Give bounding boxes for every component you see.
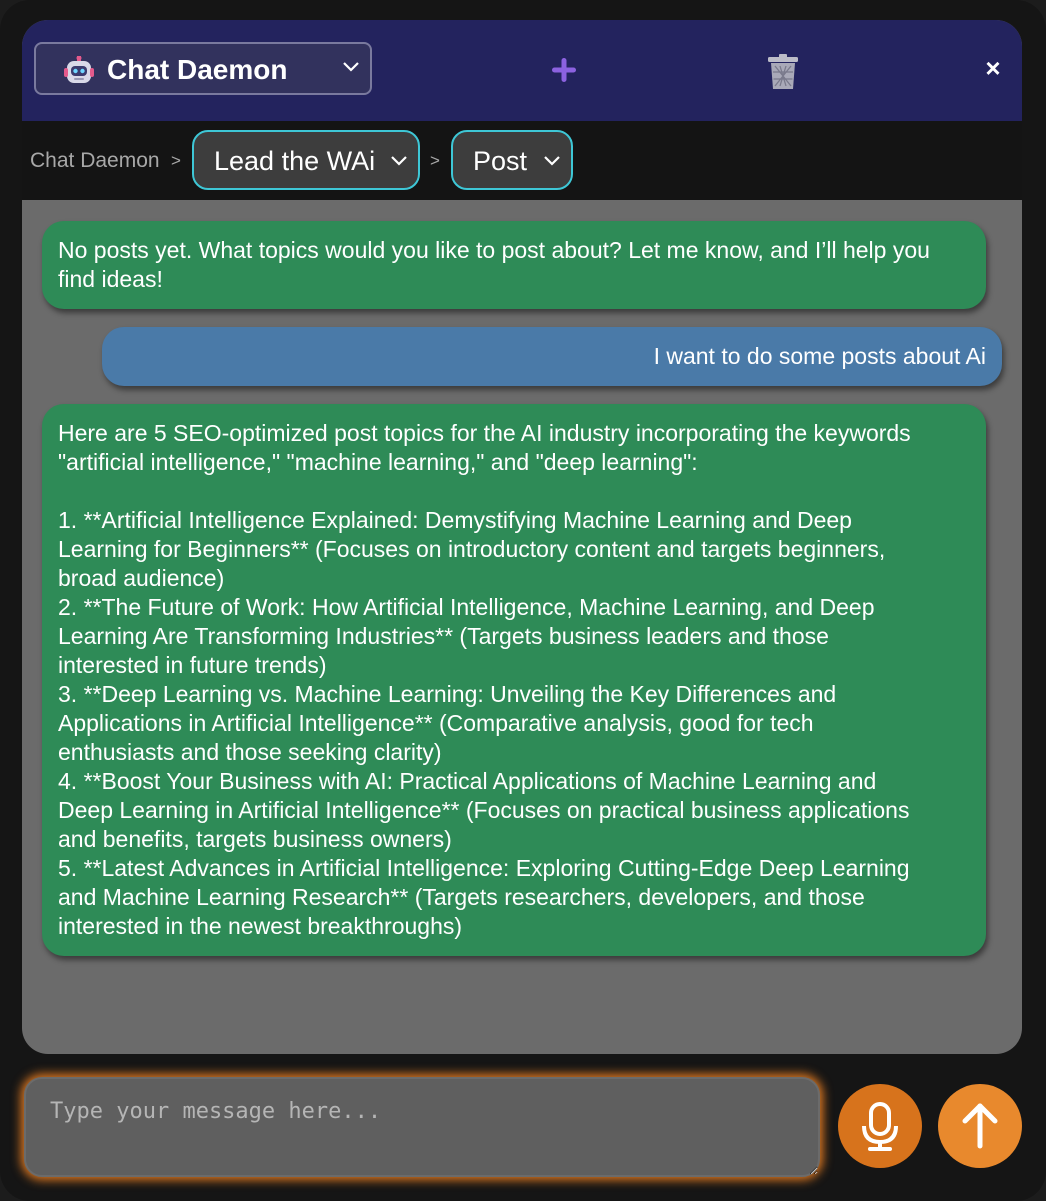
- user-message: I want to do some posts about Ai: [102, 327, 1002, 386]
- send-button[interactable]: [938, 1084, 1022, 1168]
- microphone-button[interactable]: [838, 1084, 922, 1168]
- message-line: broad audience): [58, 565, 225, 591]
- message-line: and benefits, targets business owners): [58, 826, 452, 852]
- breadcrumb-root[interactable]: Chat Daemon: [30, 149, 160, 173]
- close-button[interactable]: ×: [982, 53, 1004, 83]
- message-line: interested in future trends): [58, 652, 327, 678]
- message-line: No posts yet. What topics would you like…: [58, 237, 930, 263]
- message-line: 5. **Latest Advances in Artificial Intel…: [58, 855, 910, 881]
- message-input[interactable]: [24, 1077, 820, 1177]
- project-dropdown-label: Lead the WAi: [214, 146, 376, 176]
- composer: [0, 1054, 1046, 1201]
- message-line: enthusiasts and those seeking clarity): [58, 739, 442, 765]
- message-line: 3. **Deep Learning vs. Machine Learning:…: [58, 681, 837, 707]
- section-dropdown[interactable]: Post: [451, 130, 573, 190]
- plus-icon[interactable]: [550, 56, 578, 84]
- bot-message: No posts yet. What topics would you like…: [42, 221, 986, 309]
- message-line: Here are 5 SEO-optimized post topics for…: [58, 420, 911, 446]
- chat-header: Chat Daemon ×: [22, 20, 1022, 121]
- message-line: 4. **Boost Your Business with AI: Practi…: [58, 768, 877, 794]
- microphone-icon: [862, 1102, 898, 1151]
- message-line: 1. **Artificial Intelligence Explained: …: [58, 507, 852, 533]
- message-line: Deep Learning in Artificial Intelligence…: [58, 797, 910, 823]
- message-line: Learning for Beginners** (Focuses on int…: [58, 536, 886, 562]
- bot-name: Chat Daemon: [107, 54, 288, 85]
- robot-icon: [64, 56, 94, 83]
- message-line: I want to do some posts about Ai: [653, 343, 986, 369]
- chevron-down-icon: [391, 156, 407, 166]
- trash-icon[interactable]: [766, 54, 800, 90]
- arrow-up-icon: [962, 1103, 998, 1149]
- chat-panel: Chat Daemon × Chat Daemon > Lead the WAi…: [22, 20, 1022, 1054]
- breadcrumb-separator: >: [430, 151, 440, 170]
- close-icon: ×: [985, 53, 1001, 83]
- bot-selector[interactable]: Chat Daemon: [34, 42, 372, 95]
- message-line: Applications in Artificial Intelligence*…: [58, 710, 814, 736]
- breadcrumb-separator: >: [171, 151, 181, 170]
- breadcrumb: Chat Daemon > Lead the WAi > Post: [22, 121, 1022, 200]
- message-line: find ideas!: [58, 266, 163, 292]
- message-line: [58, 477, 970, 506]
- message-line: "artificial intelligence," "machine lear…: [58, 449, 698, 475]
- section-dropdown-label: Post: [473, 146, 528, 176]
- chevron-down-icon: [544, 156, 560, 166]
- bot-message: Here are 5 SEO-optimized post topics for…: [42, 404, 986, 956]
- chat-window: Chat Daemon × Chat Daemon > Lead the WAi…: [0, 0, 1046, 1201]
- message-line: Learning Are Transforming Industries** (…: [58, 623, 829, 649]
- project-dropdown[interactable]: Lead the WAi: [192, 130, 420, 190]
- message-line: and Machine Learning Research** (Targets…: [58, 884, 865, 910]
- chevron-down-icon: [343, 62, 359, 72]
- message-line: interested in the newest breakthroughs): [58, 913, 463, 939]
- message-line: 2. **The Future of Work: How Artificial …: [58, 594, 875, 620]
